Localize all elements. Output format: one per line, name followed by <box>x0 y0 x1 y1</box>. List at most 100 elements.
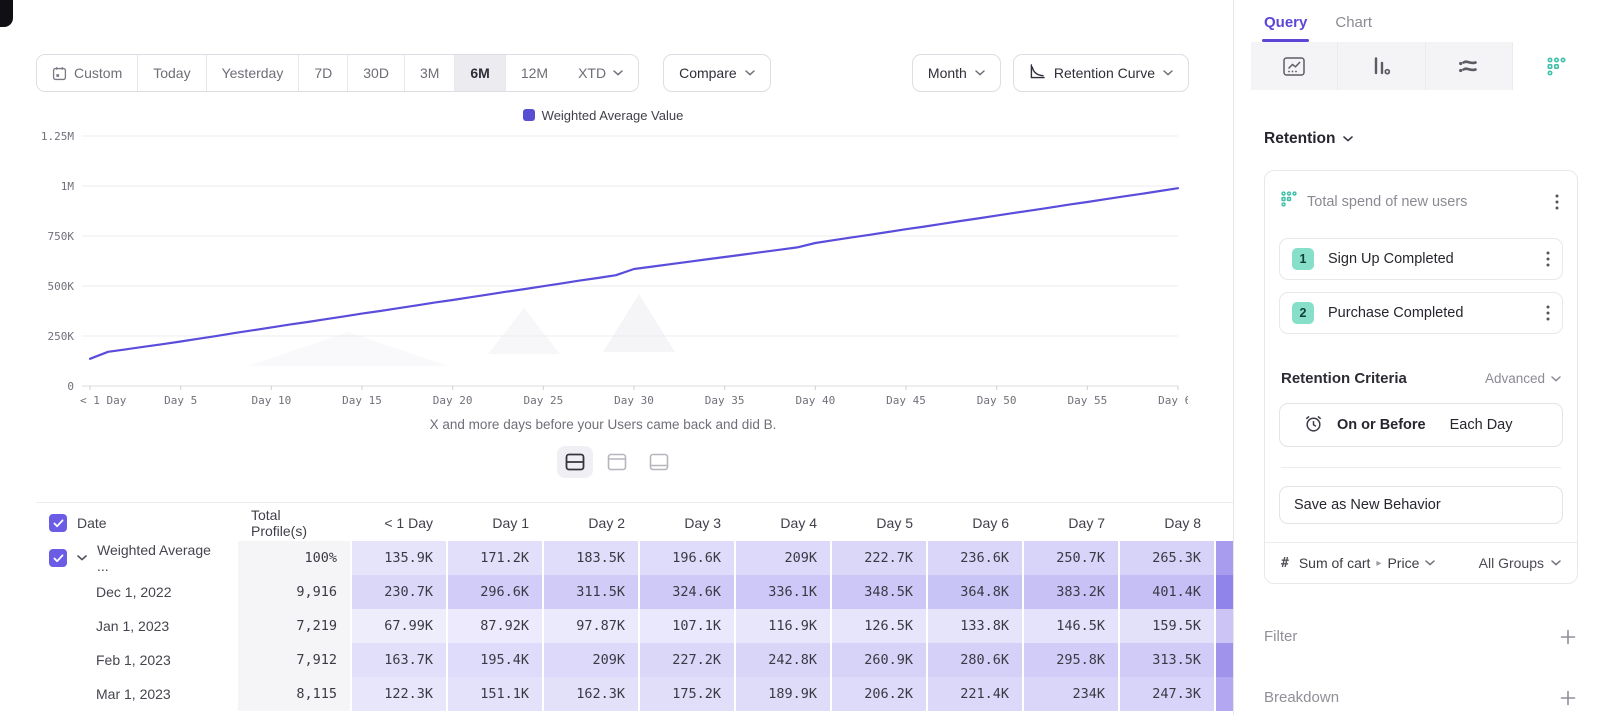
step-sign-up-completed[interactable]: 1 Sign Up Completed <box>1279 238 1563 280</box>
advanced-dropdown[interactable]: Advanced <box>1485 371 1561 386</box>
retention-value-cell[interactable]: 206.2K <box>832 677 926 711</box>
tab-chart[interactable]: Chart <box>1335 14 1372 42</box>
retention-value-cell[interactable]: 171.2K <box>448 541 542 575</box>
date-range-6m-button[interactable]: 6M <box>455 55 505 91</box>
retention-value-cell[interactable]: 116.9K <box>736 609 830 643</box>
retention-value-cell[interactable]: 162.3K <box>544 677 638 711</box>
retention-value-cell[interactable]: 324.6K <box>640 575 734 609</box>
retention-value-cell[interactable]: 209K <box>736 541 830 575</box>
date-range-7d-button[interactable]: 7D <box>299 55 348 91</box>
retention-value-cell[interactable]: 336.1K <box>736 575 830 609</box>
retention-value-cell[interactable]: 222.7K <box>832 541 926 575</box>
retention-value-cell[interactable]: 175.2K <box>640 677 734 711</box>
chart-type-dropdown[interactable]: Retention Curve <box>1013 54 1189 92</box>
report-type-dropdown[interactable]: Retention <box>1264 130 1578 148</box>
date-range-xtd-button[interactable]: XTD <box>563 55 638 91</box>
date-range-30d-button[interactable]: 30D <box>348 55 405 91</box>
retention-funnel-icon <box>1281 191 1297 212</box>
retention-value-cell[interactable]: 348.5K <box>832 575 926 609</box>
retention-value-cell[interactable]: 97.87K <box>544 609 638 643</box>
retention-value-cell[interactable]: 364.8K <box>928 575 1022 609</box>
tab-retention-icon[interactable] <box>1513 42 1600 90</box>
criteria-timing-row[interactable]: On or Before Each Day <box>1279 403 1563 447</box>
retention-value-cell[interactable]: 67.99K <box>352 609 446 643</box>
date-range-today-button[interactable]: Today <box>138 55 206 91</box>
layout-split-toggle[interactable] <box>557 446 593 478</box>
retention-value-cell[interactable]: 280.6K <box>928 643 1022 677</box>
row-label-cell[interactable]: Jan 1, 2023 <box>36 609 236 643</box>
add-filter-button[interactable] <box>1560 629 1576 645</box>
retention-value-cell[interactable]: 183.5K <box>544 541 638 575</box>
table-row[interactable]: Jan 1, 20237,21967.99K87.92K97.87K107.1K… <box>36 609 1233 643</box>
retention-value-cell[interactable]: 247.3K <box>1120 677 1214 711</box>
compare-button[interactable]: Compare <box>663 54 771 92</box>
retention-value-cell[interactable]: 250.7K <box>1024 541 1118 575</box>
behavior-menu-button[interactable] <box>1553 192 1561 212</box>
tab-insights-icon[interactable] <box>1251 42 1338 90</box>
retention-value-cell[interactable]: 133.8K <box>928 609 1022 643</box>
tab-flows-icon[interactable] <box>1426 42 1513 90</box>
retention-value-cell[interactable]: 234K <box>1024 677 1118 711</box>
all-groups-dropdown[interactable]: All Groups <box>1479 555 1561 571</box>
retention-value-cell[interactable]: 230.7K <box>352 575 446 609</box>
column-header[interactable]: Date <box>36 505 236 541</box>
retention-value-cell[interactable]: 196.6K <box>640 541 734 575</box>
retention-value-cell[interactable]: 313.5K <box>1120 643 1214 677</box>
tab-bar-chart-icon[interactable] <box>1338 42 1425 90</box>
table-row[interactable]: Dec 1, 20229,916230.7K296.6K311.5K324.6K… <box>36 575 1233 609</box>
layout-table-toggle[interactable] <box>641 446 677 478</box>
row-label-cell[interactable]: Weighted Average ... <box>36 541 236 575</box>
retention-value-cell[interactable]: 260.9K <box>832 643 926 677</box>
row-label-cell[interactable]: Feb 1, 2023 <box>36 643 236 677</box>
step-label: Purchase Completed <box>1328 305 1530 321</box>
retention-value-cell[interactable]: 242.8K <box>736 643 830 677</box>
chevron-down-icon <box>1163 70 1173 76</box>
retention-value-cell[interactable]: 383.2K <box>1024 575 1118 609</box>
row-label-cell[interactable]: Dec 1, 2022 <box>36 575 236 609</box>
retention-value-cell[interactable]: 122.3K <box>352 677 446 711</box>
watermark-triangle <box>248 332 448 366</box>
retention-value-cell[interactable]: 163.7K <box>352 643 446 677</box>
save-as-new-behavior-button[interactable]: Save as New Behavior <box>1279 486 1563 524</box>
line-chart-canvas[interactable]: 0250K500K750K1M1.25M< 1 DayDay 5Day 10Da… <box>18 124 1188 410</box>
query-sidebar: Query Chart Retention <box>1233 0 1600 715</box>
table-row[interactable]: Weighted Average ...100%135.9K171.2K183.… <box>36 541 1233 575</box>
retention-value-cell[interactable]: 296.6K <box>448 575 542 609</box>
retention-value-cell[interactable]: 146.5K <box>1024 609 1118 643</box>
retention-value-cell[interactable]: 107.1K <box>640 609 734 643</box>
row-label-cell[interactable]: Mar 1, 2023 <box>36 677 236 711</box>
layout-chart-toggle[interactable] <box>599 446 635 478</box>
retention-value-cell[interactable]: 265.3K <box>1120 541 1214 575</box>
retention-value-cell[interactable]: 401.4K <box>1120 575 1214 609</box>
date-range-3m-button[interactable]: 3M <box>405 55 455 91</box>
retention-value-cell[interactable]: 195.4K <box>448 643 542 677</box>
retention-value-cell[interactable]: 189.9K <box>736 677 830 711</box>
retention-value-cell[interactable]: 151.1K <box>448 677 542 711</box>
retention-value-cell[interactable]: 209K <box>544 643 638 677</box>
retention-value-cell[interactable]: 87.92K <box>448 609 542 643</box>
step-menu-button[interactable] <box>1544 249 1552 269</box>
date-range-custom-button[interactable]: Custom <box>37 55 138 91</box>
expand-row-chevron-icon[interactable] <box>77 555 87 561</box>
tab-query[interactable]: Query <box>1264 14 1307 42</box>
retention-value-cell[interactable]: 221.4K <box>928 677 1022 711</box>
retention-value-cell[interactable]: 159.5K <box>1120 609 1214 643</box>
table-row[interactable]: Mar 1, 20238,115122.3K151.1K162.3K175.2K… <box>36 677 1233 711</box>
retention-value-cell[interactable]: 295.8K <box>1024 643 1118 677</box>
row-checkbox[interactable] <box>49 549 67 567</box>
row-checkbox[interactable] <box>49 514 67 532</box>
retention-value-cell[interactable]: 236.6K <box>928 541 1022 575</box>
date-range-yesterday-button[interactable]: Yesterday <box>207 55 300 91</box>
date-range-12m-button[interactable]: 12M <box>506 55 563 91</box>
retention-value-cell[interactable]: 311.5K <box>544 575 638 609</box>
table-row[interactable]: Feb 1, 20237,912163.7K195.4K209K227.2K24… <box>36 643 1233 677</box>
chart-legend[interactable]: Weighted Average Value <box>18 106 1188 124</box>
retention-value-cell[interactable]: 135.9K <box>352 541 446 575</box>
step-menu-button[interactable] <box>1544 303 1552 323</box>
granularity-dropdown[interactable]: Month <box>912 54 1001 92</box>
retention-value-cell[interactable]: 227.2K <box>640 643 734 677</box>
add-breakdown-button[interactable] <box>1560 690 1576 706</box>
retention-value-cell[interactable]: 126.5K <box>832 609 926 643</box>
step-purchase-completed[interactable]: 2 Purchase Completed <box>1279 292 1563 334</box>
measure-property-dropdown[interactable]: Sum of cart ▸ Price <box>1299 555 1436 571</box>
